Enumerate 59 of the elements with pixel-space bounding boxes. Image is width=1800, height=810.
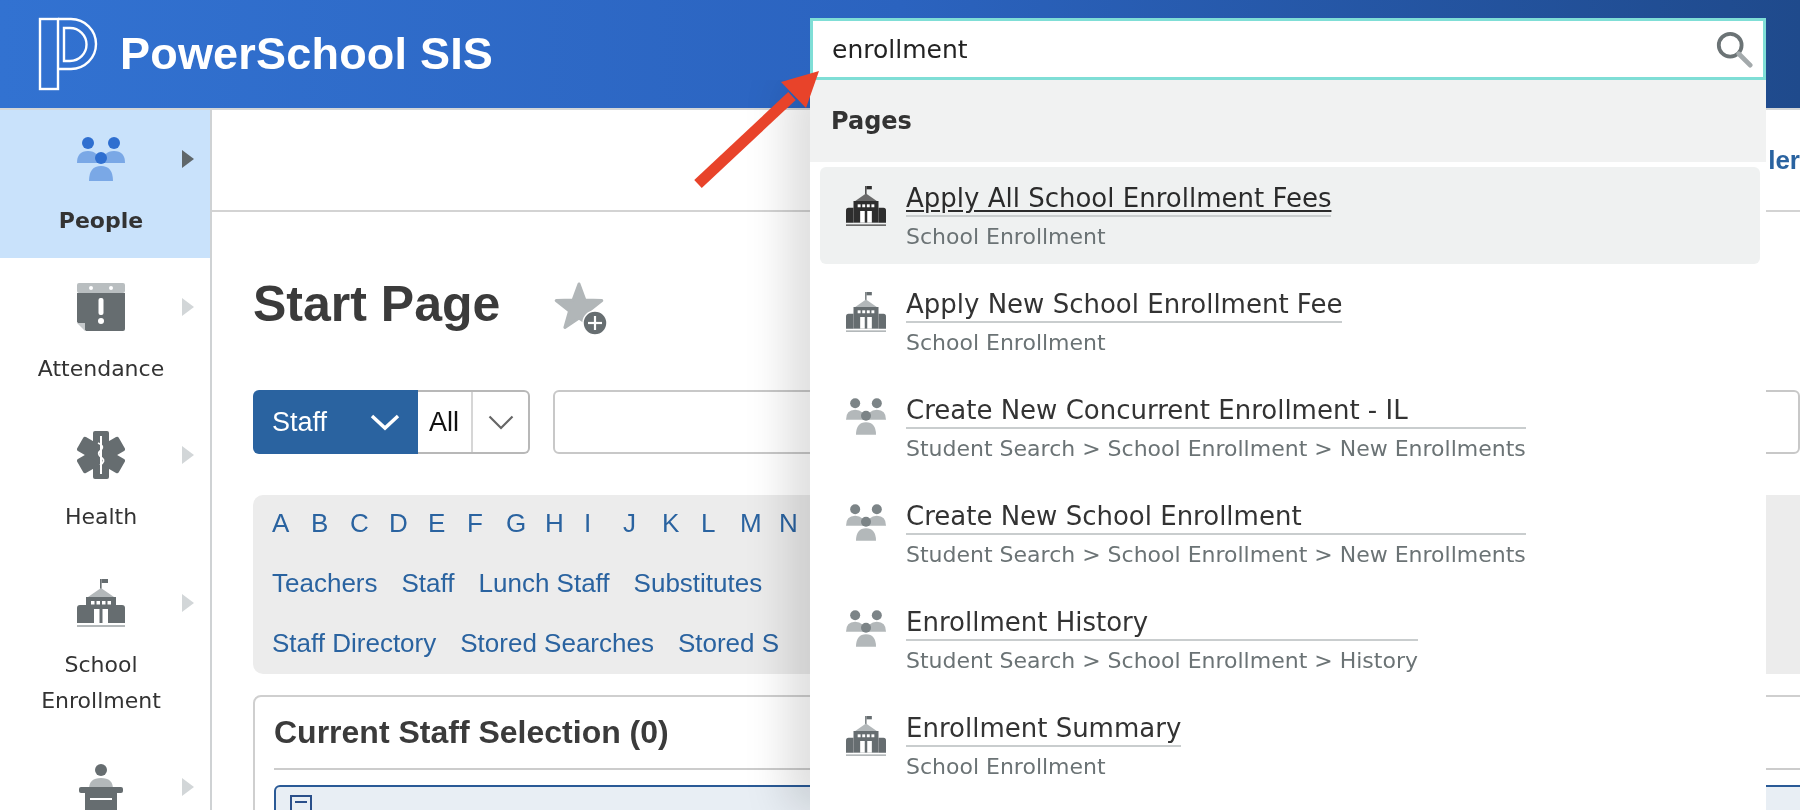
nav-link[interactable]: Staff <box>401 567 455 599</box>
letter-link[interactable]: L <box>701 507 716 539</box>
letter-link[interactable]: G <box>506 507 527 539</box>
letter-link[interactable]: K <box>662 507 680 539</box>
letter-link[interactable]: M <box>740 507 762 539</box>
page-title: Start Page <box>253 275 501 333</box>
scope-select[interactable]: All <box>418 390 530 454</box>
letter-link[interactable]: N <box>779 507 798 539</box>
caret-icon <box>182 150 194 168</box>
chevron-down-icon <box>370 413 400 431</box>
nav-link[interactable]: Substitutes <box>633 567 763 599</box>
letter-link[interactable]: F <box>467 507 483 539</box>
nav-link[interactable]: Staff Directory <box>272 627 437 659</box>
caret-icon <box>182 778 194 796</box>
letter-link[interactable]: A <box>272 507 290 539</box>
section-title: Current Staff Selection (0) <box>274 713 669 752</box>
search-icon[interactable] <box>1715 30 1753 68</box>
nav-link[interactable]: Lunch Staff <box>478 567 610 599</box>
search-result[interactable]: Enrollment Summary School Enrollment <box>820 697 1760 794</box>
letter-link[interactable]: D <box>389 507 408 539</box>
caret-icon <box>182 594 194 612</box>
letter-link[interactable]: I <box>584 507 592 539</box>
results-heading: Pages <box>810 80 1766 162</box>
search-result[interactable]: Enrollment History Student Search > School Enrollment > History <box>820 591 1760 688</box>
medical-star-icon <box>77 429 125 481</box>
sidebar-item[interactable]: Health <box>0 406 210 554</box>
nav-link[interactable]: Stored S <box>677 627 780 659</box>
caret-icon <box>182 298 194 316</box>
people-icon <box>846 610 886 647</box>
sidebar-item[interactable]: People <box>0 110 210 258</box>
people-icon <box>77 136 125 182</box>
letter-link[interactable]: E <box>428 507 446 539</box>
school-building-icon <box>846 186 886 226</box>
search-result[interactable]: Create New Concurrent Enrollment - IL Student Search > School Enrollment > New Enrollments <box>820 379 1760 476</box>
app-title: PowerSchool SIS <box>120 28 494 80</box>
search-result[interactable]: Apply New School Enrollment Fee School Enrollment <box>820 273 1760 370</box>
letter-link[interactable]: B <box>311 507 329 539</box>
calendar-alert-icon <box>77 281 125 333</box>
record-type-dropdown[interactable]: Staff <box>253 390 418 454</box>
people-icon <box>846 504 886 541</box>
school-building-icon <box>77 577 125 629</box>
letter-link[interactable]: H <box>545 507 564 539</box>
chevron-down-icon <box>487 414 514 430</box>
sidebar-item[interactable]: School Enrollment <box>0 554 210 738</box>
nav-link[interactable]: Teachers <box>272 567 378 599</box>
sidebar-item[interactable]: Attendance <box>0 258 210 406</box>
letter-link[interactable]: C <box>350 507 369 539</box>
nav-link[interactable]: Stored Searches <box>460 627 654 659</box>
top-link[interactable]: ler <box>1768 144 1800 176</box>
school-building-icon <box>846 292 886 332</box>
caret-icon <box>182 446 194 464</box>
favorite-add-icon[interactable] <box>554 282 609 336</box>
school-building-icon <box>846 716 886 756</box>
search-result[interactable]: Create New School Enrollment Student Search > School Enrollment > New Enrollments <box>820 485 1760 582</box>
logo-icon <box>38 17 99 91</box>
people-icon <box>846 398 886 435</box>
letter-link[interactable]: J <box>623 507 636 539</box>
search-result[interactable]: Apply All School Enrollment Fees School Enrollment <box>820 167 1760 264</box>
search-field[interactable]: enrollment <box>810 18 1766 80</box>
